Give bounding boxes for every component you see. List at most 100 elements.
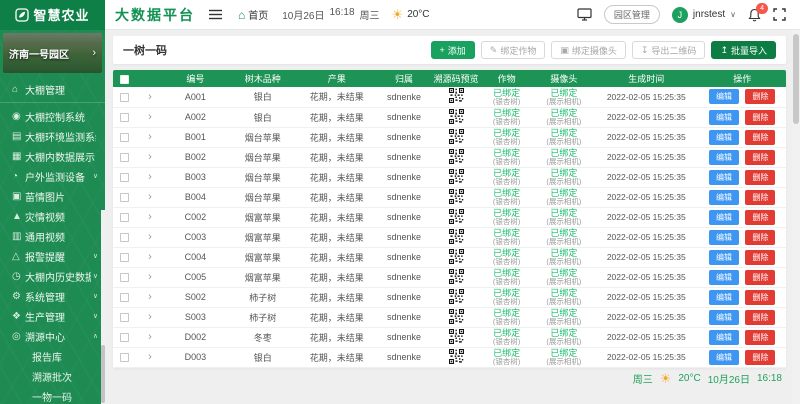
qr-code-preview[interactable] [449,309,464,326]
row-checkbox[interactable] [120,213,129,222]
sidebar-item-env-monitor[interactable]: ▤ 大棚环境监测系统 [0,126,105,146]
user-menu[interactable]: J jnrstest ∨ [672,7,736,23]
delete-button[interactable]: 删除 [745,290,775,305]
sidebar-item-greenhouse-manage[interactable]: ⌂ 大棚管理 [0,77,105,103]
row-checkbox[interactable] [120,273,129,282]
expand-row-icon[interactable]: › [148,331,152,343]
qr-code-preview[interactable] [449,149,464,166]
bind-crop-button[interactable]: ✎绑定作物 [481,41,546,59]
row-checkbox[interactable] [120,353,129,362]
row-checkbox[interactable] [120,133,129,142]
sidebar-scrollbar[interactable] [101,210,105,404]
page-scrollbar[interactable] [792,30,800,404]
sidebar-item-production-manage[interactable]: ❖ 生产管理 ∨ [0,306,105,326]
expand-row-icon[interactable]: › [148,271,152,283]
delete-button[interactable]: 删除 [745,250,775,265]
delete-button[interactable]: 删除 [745,130,775,145]
edit-button[interactable]: 编辑 [709,210,739,225]
expand-row-icon[interactable]: › [148,231,152,243]
sidebar-item-alarm[interactable]: △ 报警提醒 ∨ [0,246,105,266]
sidebar-subitem-one-code[interactable]: 一物一码 [0,386,105,404]
row-checkbox[interactable] [120,253,129,262]
qr-code-preview[interactable] [449,109,464,126]
delete-button[interactable]: 删除 [745,270,775,285]
edit-button[interactable]: 编辑 [709,250,739,265]
delete-button[interactable]: 删除 [745,310,775,325]
edit-button[interactable]: 编辑 [709,130,739,145]
menu-fold-icon[interactable] [209,9,222,20]
sidebar-item-seedling-photos[interactable]: ▣ 苗情图片 [0,186,105,206]
qr-code-preview[interactable] [449,249,464,266]
delete-button[interactable]: 删除 [745,190,775,205]
qr-code-preview[interactable] [449,229,464,246]
expand-row-icon[interactable]: › [148,291,152,303]
expand-row-icon[interactable]: › [148,151,152,163]
delete-button[interactable]: 删除 [745,330,775,345]
batch-import-button[interactable]: ↥批量导入 [711,41,776,59]
sidebar-subitem-report-library[interactable]: 报告库 [0,346,105,366]
edit-button[interactable]: 编辑 [709,230,739,245]
edit-button[interactable]: 编辑 [709,310,739,325]
qr-code-preview[interactable] [449,169,464,186]
expand-row-icon[interactable]: › [148,211,152,223]
row-checkbox[interactable] [120,233,129,242]
page-scrollbar-thumb[interactable] [793,34,799,124]
monitor-icon[interactable] [577,8,592,21]
add-button[interactable]: +添加 [431,41,475,59]
export-qr-button[interactable]: ↧导出二维码 [632,41,706,59]
sidebar-item-general-video[interactable]: ▥ 通用视频 [0,226,105,246]
delete-button[interactable]: 删除 [745,150,775,165]
edit-button[interactable]: 编辑 [709,110,739,125]
delete-button[interactable]: 删除 [745,230,775,245]
row-checkbox[interactable] [120,313,129,322]
delete-button[interactable]: 删除 [745,89,775,104]
qr-code-preview[interactable] [449,269,464,286]
edit-button[interactable]: 编辑 [709,350,739,365]
delete-button[interactable]: 删除 [745,170,775,185]
expand-row-icon[interactable]: › [148,111,152,123]
edit-button[interactable]: 编辑 [709,290,739,305]
expand-row-icon[interactable]: › [148,351,152,363]
row-checkbox[interactable] [120,193,129,202]
expand-row-icon[interactable]: › [148,171,152,183]
edit-button[interactable]: 编辑 [709,330,739,345]
sidebar-scrollbar-thumb[interactable] [101,345,105,403]
sidebar-item-trace-center[interactable]: ◎ 溯源中心 ∧ [0,326,105,346]
edit-button[interactable]: 编辑 [709,170,739,185]
qr-code-preview[interactable] [449,289,464,306]
sidebar-item-outdoor-devices[interactable]: ◔ 户外监测设备 ∨ [0,166,105,186]
qr-code-preview[interactable] [449,329,464,346]
expand-row-icon[interactable]: › [148,191,152,203]
qr-code-preview[interactable] [449,129,464,146]
qr-code-preview[interactable] [449,189,464,206]
row-checkbox[interactable] [120,333,129,342]
row-checkbox[interactable] [120,113,129,122]
row-checkbox[interactable] [120,93,129,102]
qr-code-preview[interactable] [449,88,464,105]
expand-row-icon[interactable]: › [148,311,152,323]
edit-button[interactable]: 编辑 [709,270,739,285]
notifications-button[interactable]: 4 [748,8,761,22]
row-checkbox[interactable] [120,173,129,182]
edit-button[interactable]: 编辑 [709,89,739,104]
edit-button[interactable]: 编辑 [709,150,739,165]
sidebar-item-control-system[interactable]: ◉ 大棚控制系统 [0,106,105,126]
row-checkbox[interactable] [120,153,129,162]
select-all-checkbox[interactable] [120,75,129,84]
sidebar-subitem-trace-batch[interactable]: 溯源批次 [0,366,105,386]
sidebar-item-history-data[interactable]: ◷ 大棚内历史数据 ∨ [0,266,105,286]
qr-code-preview[interactable] [449,349,464,366]
fullscreen-icon[interactable] [773,8,786,21]
bind-camera-button[interactable]: ▣绑定摄像头 [551,41,626,59]
sidebar-item-disaster-video[interactable]: ▲ 灾情视频 [0,206,105,226]
edit-button[interactable]: 编辑 [709,190,739,205]
expand-row-icon[interactable]: › [148,131,152,143]
qr-code-preview[interactable] [449,209,464,226]
row-checkbox[interactable] [120,293,129,302]
sidebar-item-system-manage[interactable]: ⚙ 系统管理 ∨ [0,286,105,306]
delete-button[interactable]: 删除 [745,350,775,365]
delete-button[interactable]: 删除 [745,110,775,125]
home-nav[interactable]: ⌂ 首页 [238,7,268,22]
expand-row-icon[interactable]: › [148,91,152,103]
park-selector[interactable]: 济南一号园区 › [3,33,102,73]
